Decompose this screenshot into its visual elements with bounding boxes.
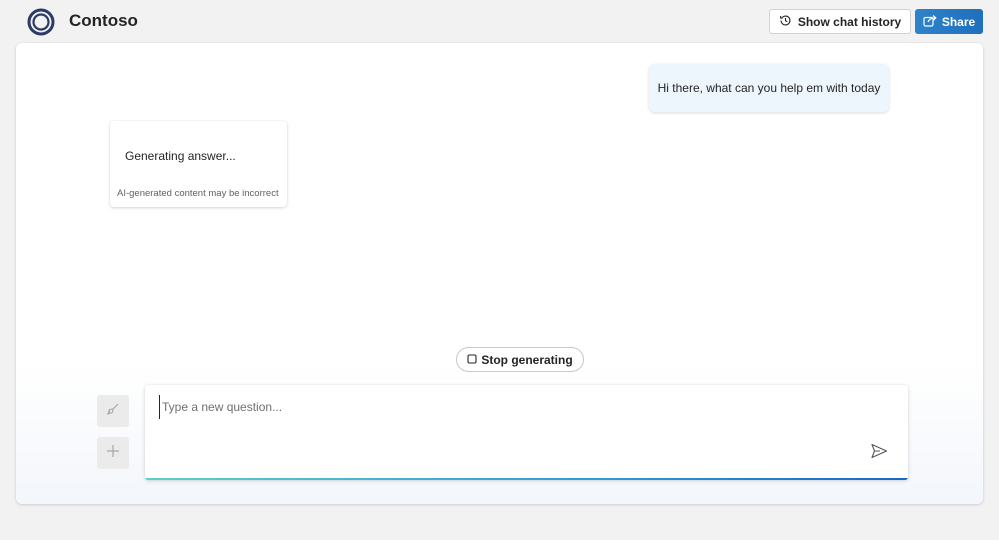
- app-title: Contoso: [69, 11, 138, 30]
- plus-icon: [106, 444, 120, 463]
- share-button[interactable]: Share: [915, 9, 983, 34]
- broom-icon: [106, 402, 120, 421]
- contoso-logo-icon: [27, 8, 55, 36]
- send-icon: [870, 443, 888, 464]
- share-label: Share: [941, 14, 976, 29]
- user-message-text: Hi there, what can you help em with toda…: [657, 81, 881, 95]
- stop-generating-button[interactable]: Stop generating: [456, 347, 584, 372]
- question-input[interactable]: [159, 395, 859, 419]
- chat-panel: Hi there, what can you help em with toda…: [16, 43, 983, 504]
- new-chat-button[interactable]: [97, 437, 129, 469]
- show-chat-history-button[interactable]: Show chat history: [769, 9, 911, 34]
- user-message-bubble: Hi there, what can you help em with toda…: [649, 64, 889, 112]
- input-accent-bar: [145, 478, 908, 480]
- stop-generating-label: Stop generating: [481, 352, 573, 367]
- app-header: Contoso Show chat history Share: [0, 0, 999, 43]
- question-composer: [145, 385, 908, 480]
- assistant-answer-card: Generating answer... AI-generated conten…: [110, 121, 287, 207]
- send-button[interactable]: [868, 442, 890, 464]
- share-icon: [923, 14, 937, 30]
- generating-answer-text: Generating answer...: [125, 149, 236, 163]
- history-icon: [779, 14, 792, 30]
- show-chat-history-label: Show chat history: [797, 14, 902, 29]
- stop-icon: [467, 353, 477, 367]
- clear-chat-button[interactable]: [97, 395, 129, 427]
- ai-disclaimer: AI-generated content may be incorrect: [117, 188, 279, 199]
